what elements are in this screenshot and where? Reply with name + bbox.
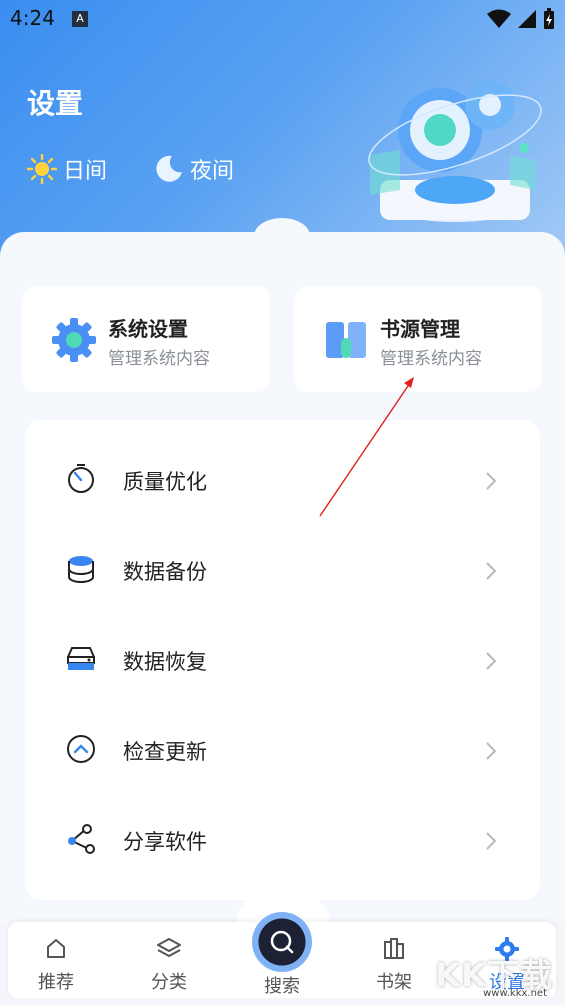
- header-notch: [254, 218, 310, 254]
- chevron-right-icon: [486, 562, 497, 580]
- app-notification-icon: A: [72, 11, 88, 27]
- server-icon: [67, 647, 95, 670]
- settings-illustration: [368, 80, 542, 222]
- card-title: 书源管理: [380, 317, 460, 341]
- nav-label: 书架: [376, 972, 412, 993]
- chevron-right-icon: [486, 652, 497, 670]
- share-icon: [68, 824, 95, 854]
- night-mode-label: 夜间: [190, 159, 235, 184]
- list-item-label: 数据备份: [123, 560, 207, 584]
- system-settings-card[interactable]: 系统设置 管理系统内容: [22, 286, 270, 392]
- bookshelf-icon: [384, 938, 404, 959]
- nav-item-category[interactable]: 分类: [134, 936, 204, 994]
- home-icon: [47, 939, 65, 958]
- signal-icon: [518, 10, 536, 28]
- nav-label: 分类: [151, 972, 187, 993]
- search-button[interactable]: [252, 912, 312, 972]
- list-item-label: 检查更新: [123, 740, 207, 764]
- battery-icon: [544, 8, 554, 29]
- nav-item-bookshelf[interactable]: 书架: [359, 936, 429, 994]
- sun-icon: [27, 154, 57, 184]
- list-item-restore[interactable]: 数据恢复: [25, 616, 540, 706]
- list-item-share[interactable]: 分享软件: [25, 796, 540, 886]
- layers-icon: [157, 938, 181, 957]
- list-item-backup[interactable]: 数据备份: [25, 526, 540, 616]
- card-subtitle: 管理系统内容: [380, 349, 482, 369]
- list-item-label: 质量优化: [123, 470, 207, 494]
- list-item-update[interactable]: 检查更新: [25, 706, 540, 796]
- nav-item-recommend[interactable]: 推荐: [21, 936, 91, 994]
- list-item-label: 分享软件: [123, 830, 207, 854]
- wifi-icon: [487, 9, 511, 28]
- card-subtitle: 管理系统内容: [108, 349, 210, 369]
- book-icon: [326, 322, 366, 358]
- chevron-right-icon: [486, 832, 497, 850]
- list-item-label: 数据恢复: [123, 650, 207, 674]
- status-bar: 4:24 A: [0, 0, 565, 38]
- page-title: 设置: [27, 87, 84, 120]
- update-icon: [67, 735, 95, 763]
- chevron-right-icon: [486, 742, 497, 760]
- day-mode-button[interactable]: 日间: [27, 153, 107, 185]
- moon-icon: [156, 155, 182, 182]
- status-icons: [487, 8, 555, 30]
- gear-icon: [52, 318, 96, 362]
- watermark-url: www.kkx.net: [483, 988, 547, 999]
- timer-icon: [68, 464, 94, 493]
- list-item-quality[interactable]: 质量优化: [25, 436, 540, 526]
- chevron-right-icon: [486, 472, 497, 490]
- card-title: 系统设置: [108, 317, 188, 341]
- day-mode-label: 日间: [63, 159, 108, 184]
- database-icon: [68, 556, 94, 583]
- night-mode-button[interactable]: 夜间: [154, 153, 234, 185]
- nav-label: 推荐: [38, 972, 74, 993]
- search-icon: [270, 930, 294, 954]
- nav-label: 搜索: [264, 976, 300, 997]
- book-source-card[interactable]: 书源管理 管理系统内容: [294, 286, 542, 392]
- settings-list: 质量优化 数据备份 数据恢复 检查更新 分享软件: [25, 420, 540, 900]
- status-time: 4:24: [10, 6, 55, 30]
